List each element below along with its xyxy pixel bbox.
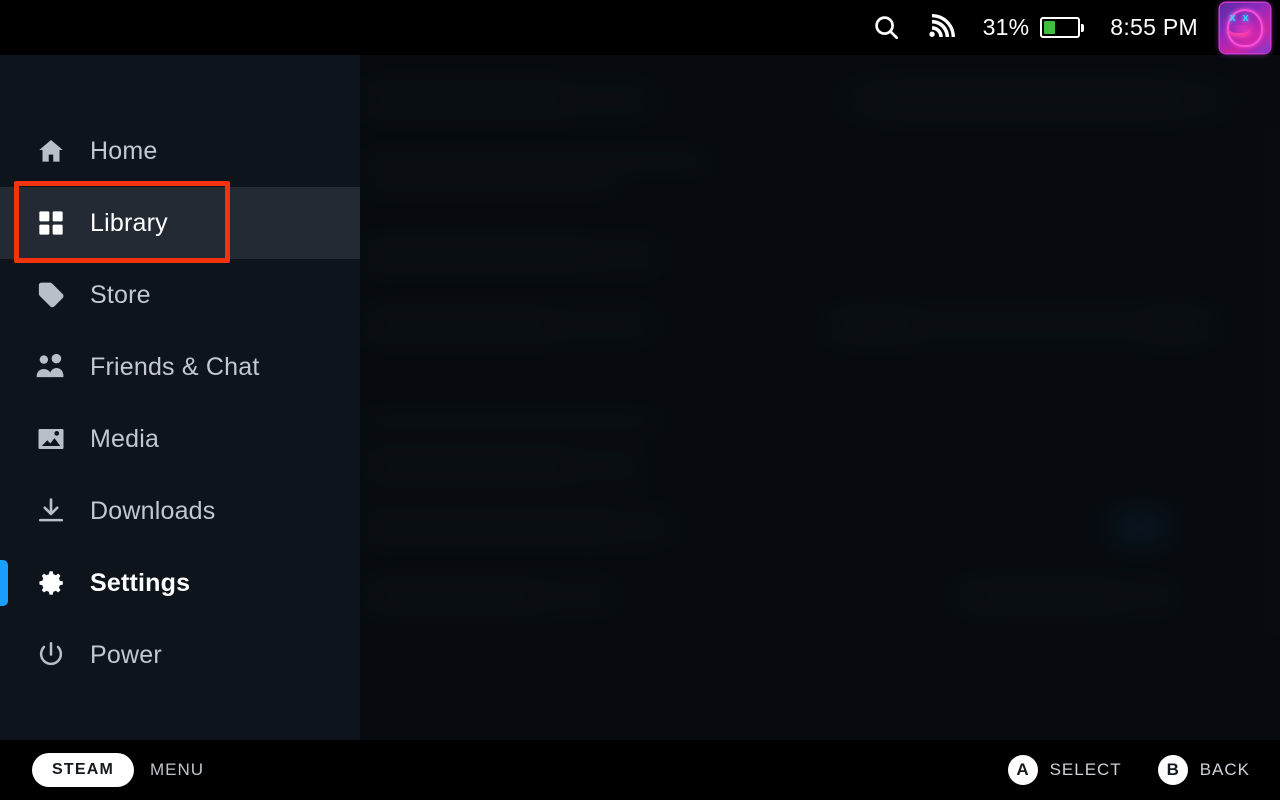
- active-item-indicator: [0, 560, 8, 606]
- b-button-icon: B: [1157, 755, 1188, 785]
- sidebar-item-label: Media: [90, 424, 160, 453]
- download-icon: [34, 496, 68, 526]
- sidebar-item-label: Store: [90, 280, 151, 309]
- sidebar-item-label: Downloads: [90, 496, 216, 525]
- sidebar-item-label: Power: [90, 640, 162, 669]
- avatar[interactable]: x x: [1220, 2, 1270, 53]
- clock-label: 8:55 PM: [1110, 14, 1198, 40]
- sidebar-item-home[interactable]: Home: [0, 115, 360, 187]
- a-button-icon: A: [1007, 755, 1038, 785]
- steam-deck-screen: Home Library Store Friends & Chat Media: [0, 0, 1280, 800]
- sidebar-nav: Home Library Store Friends & Chat Media: [0, 55, 360, 740]
- bottom-hint-bar: STEAM MENU A SELECT B BACK: [0, 740, 1280, 800]
- battery-percent-label: 31%: [982, 14, 1030, 40]
- gear-icon: [34, 568, 68, 598]
- power-icon: [34, 640, 68, 670]
- status-bar: 31% 8:55 PM x x: [0, 0, 1280, 55]
- battery-fill: [1044, 21, 1056, 34]
- sidebar-item-downloads[interactable]: Downloads: [0, 475, 360, 547]
- button-hints: A SELECT B BACK: [972, 755, 1250, 785]
- grid-icon: [34, 209, 68, 237]
- wifi-icon[interactable]: [928, 14, 955, 41]
- sidebar-item-library[interactable]: Library: [0, 187, 360, 259]
- menu-label: MENU: [150, 760, 205, 779]
- hint-select-label: SELECT: [1049, 760, 1122, 779]
- hint-select[interactable]: A SELECT: [1007, 755, 1122, 785]
- sidebar-item-label: Library: [90, 208, 168, 237]
- sidebar-item-power[interactable]: Power: [0, 619, 360, 691]
- sidebar-item-settings[interactable]: Settings: [0, 547, 360, 619]
- hint-back-label: BACK: [1199, 760, 1250, 779]
- people-icon: [34, 351, 68, 383]
- content-dim-overlay: [360, 55, 1280, 740]
- sidebar-item-media[interactable]: Media: [0, 403, 360, 475]
- sidebar-item-store[interactable]: Store: [0, 259, 360, 331]
- battery-status: 31%: [982, 14, 1085, 41]
- sidebar-item-label: Friends & Chat: [90, 352, 260, 381]
- steam-button[interactable]: STEAM: [32, 753, 134, 787]
- sidebar-item-friends[interactable]: Friends & Chat: [0, 331, 360, 403]
- battery-icon: [1040, 17, 1085, 38]
- avatar-eye-left: x: [1229, 11, 1236, 24]
- sidebar-item-label: Settings: [90, 568, 191, 597]
- hint-back[interactable]: B BACK: [1157, 755, 1250, 785]
- content-area: [360, 55, 1280, 740]
- avatar-eye-right: x: [1242, 11, 1249, 24]
- search-icon[interactable]: [873, 14, 900, 41]
- avatar-mouth: [1228, 27, 1250, 35]
- sidebar-item-label: Home: [90, 136, 158, 165]
- tag-icon: [34, 280, 68, 310]
- home-icon: [34, 136, 68, 166]
- image-icon: [34, 424, 68, 454]
